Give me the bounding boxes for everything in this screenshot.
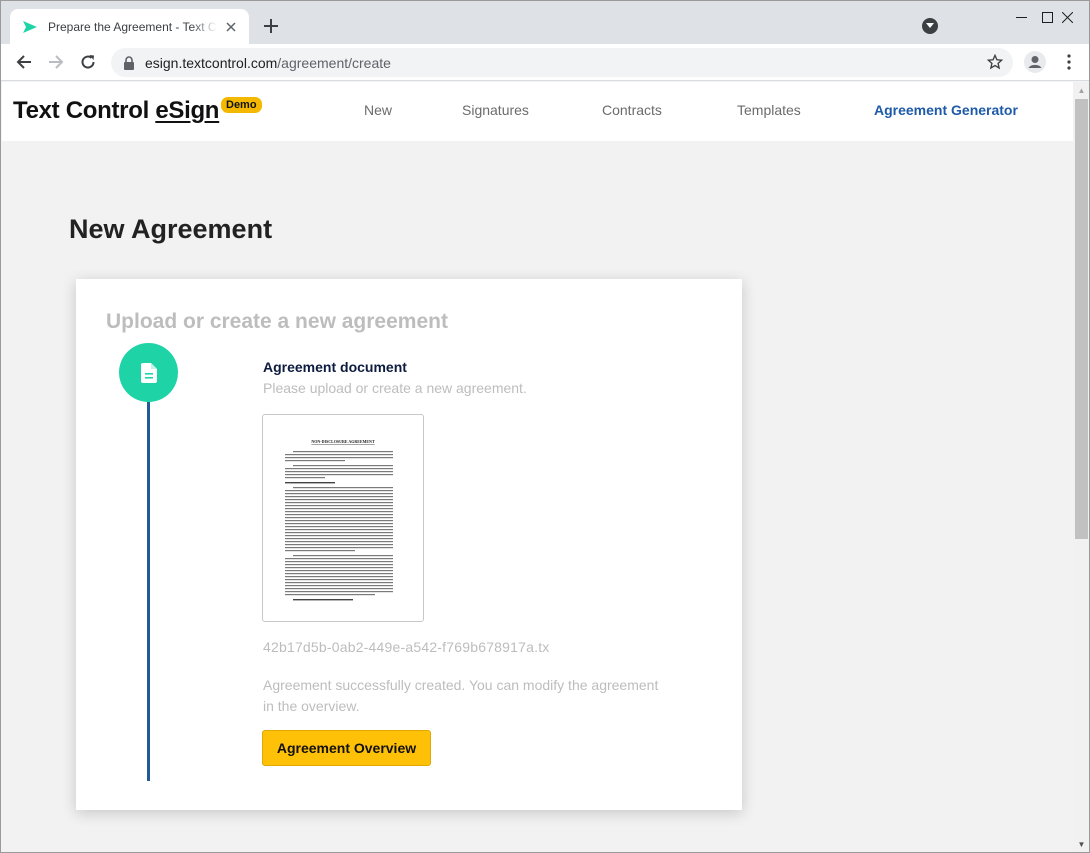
browser-toolbar: esign.textcontrol.com/agreement/create (1, 44, 1089, 81)
reload-icon (81, 55, 95, 69)
address-bar[interactable]: esign.textcontrol.com/agreement/create (111, 48, 1013, 77)
page-title: New Agreement (69, 214, 273, 244)
url-path: /agreement/create (277, 54, 391, 71)
tab-close-icon[interactable] (223, 19, 239, 35)
document-icon (140, 362, 157, 383)
reload-button[interactable] (74, 48, 102, 76)
chevron-down-icon (926, 23, 934, 28)
step-heading: Agreement document (263, 359, 407, 375)
arrow-left-icon (16, 55, 31, 69)
browser-window: Prepare the Agreement - Text Control eSi… (0, 0, 1090, 853)
scrollbar-thumb[interactable] (1075, 99, 1088, 539)
scroll-down-icon[interactable]: ▼ (1073, 836, 1089, 852)
new-tab-button[interactable] (259, 14, 283, 38)
page-scrollbar[interactable]: ▲ ▼ (1073, 82, 1089, 852)
web-page: Text Control eSign Demo New Signatures C… (2, 82, 1073, 852)
more-vertical-icon (1067, 54, 1071, 70)
nav-item-templates[interactable]: Templates (737, 102, 801, 118)
card-title: Upload or create a new agreement (106, 310, 448, 333)
demo-badge: Demo (221, 97, 262, 113)
step-indicator (119, 343, 178, 402)
scroll-up-icon[interactable]: ▲ (1073, 82, 1089, 99)
tab-title: Prepare the Agreement - Text Control eSi… (48, 19, 217, 34)
browser-tab[interactable]: Prepare the Agreement - Text Control eSi… (10, 9, 249, 44)
forward-button[interactable] (42, 48, 70, 76)
document-preview: NON-DISCLOSURE AGREEMENT (285, 439, 393, 601)
url-text: esign.textcontrol.com/agreement/create (145, 55, 391, 71)
agreement-overview-button[interactable]: Agreement Overview (262, 730, 431, 766)
profile-button[interactable] (1021, 48, 1049, 76)
lock-icon (123, 55, 135, 70)
brand-prefix: Text Control (13, 97, 156, 124)
esign-favicon-icon (22, 19, 38, 35)
nav-item-new[interactable]: New (364, 102, 392, 118)
success-message: Agreement successfully created. You can … (263, 677, 659, 714)
url-host: esign.textcontrol.com (145, 54, 278, 71)
back-button[interactable] (10, 48, 38, 76)
tab-strip: Prepare the Agreement - Text Control eSi… (1, 1, 1089, 44)
site-navbar: Text Control eSign Demo New Signatures C… (2, 82, 1073, 141)
document-filename: 42b17d5b-0ab2-449e-a542-f769b678917a.tx (263, 639, 550, 655)
step-timeline-line (147, 379, 150, 781)
agreement-card: Upload or create a new agreement Agreeme… (76, 279, 742, 810)
plus-icon (264, 19, 278, 33)
browser-menu-button[interactable] (1055, 48, 1083, 76)
step-subtext: Please upload or create a new agreement. (263, 380, 527, 396)
document-heading: NON-DISCLOSURE AGREEMENT (311, 439, 375, 444)
avatar-icon (1024, 51, 1046, 73)
brand-esign: eSign (155, 97, 220, 124)
close-icon (1061, 11, 1073, 23)
close-window-button[interactable] (1044, 1, 1089, 33)
arrow-right-icon (49, 55, 64, 69)
nav-item-contracts[interactable]: Contracts (602, 102, 662, 118)
bookmark-star-icon[interactable] (986, 53, 1004, 75)
document-thumbnail[interactable]: NON-DISCLOSURE AGREEMENT (262, 414, 424, 622)
nav-item-signatures[interactable]: Signatures (462, 102, 529, 118)
tab-search-button[interactable] (922, 18, 938, 34)
brand-logo[interactable]: Text Control eSign (13, 97, 219, 125)
nav-item-agreement-generator[interactable]: Agreement Generator (874, 102, 1018, 118)
